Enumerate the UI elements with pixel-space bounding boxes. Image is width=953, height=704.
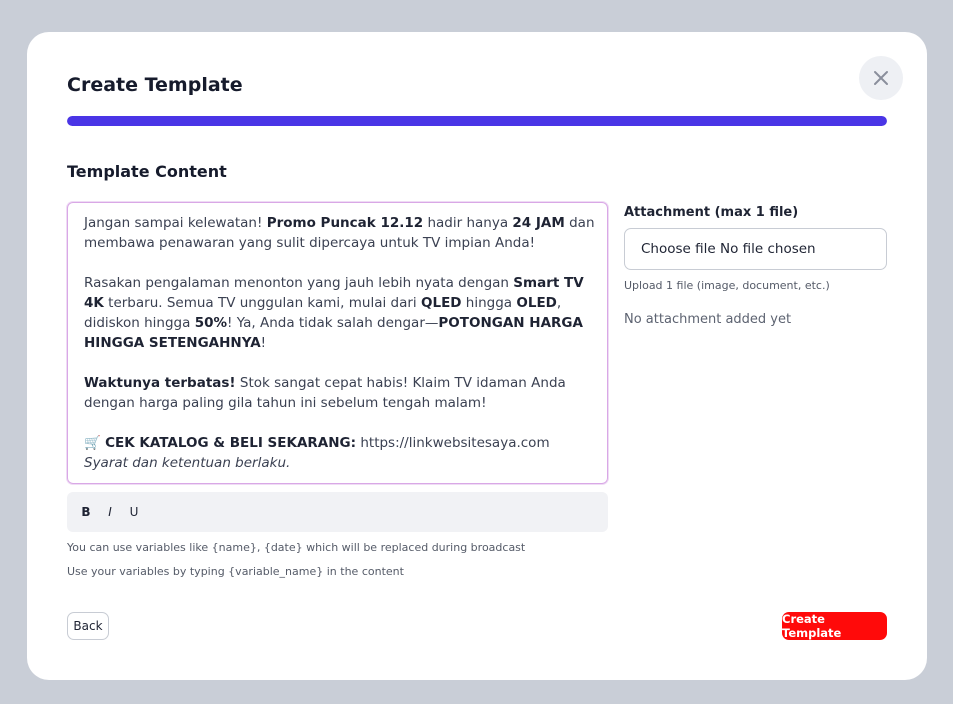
modal-title: Create Template xyxy=(67,74,243,96)
progress-fill xyxy=(67,116,887,126)
editor-paragraph: Jangan sampai kelewatan! Promo Puncak 12… xyxy=(84,215,595,251)
italic-button[interactable]: I xyxy=(105,505,115,519)
variables-help-text: You can use variables like {name}, {date… xyxy=(67,541,526,554)
cart-icon: 🛒 xyxy=(84,435,101,451)
section-title: Template Content xyxy=(67,162,227,181)
attachment-file-input[interactable]: Choose file No file chosen xyxy=(624,228,887,270)
create-template-button[interactable]: Create Template xyxy=(782,612,887,640)
editor-paragraph: Rasakan pengalaman menonton yang jauh le… xyxy=(84,275,584,351)
editor-paragraph: Syarat dan ketentuan berlaku. xyxy=(84,455,291,471)
attachment-hint: Upload 1 file (image, document, etc.) xyxy=(624,279,830,292)
editor-paragraph: 🛒 CEK KATALOG & BELI SEKARANG: https://l… xyxy=(84,435,550,451)
attachment-empty-state: No attachment added yet xyxy=(624,312,792,327)
create-template-modal: Create Template Template Content Jangan … xyxy=(27,32,927,680)
underline-button[interactable]: U xyxy=(129,505,139,519)
back-button[interactable]: Back xyxy=(67,612,109,640)
close-button[interactable] xyxy=(859,56,903,100)
attachment-label: Attachment (max 1 file) xyxy=(624,205,799,220)
variables-usage-text: Use your variables by typing {variable_n… xyxy=(67,565,404,578)
format-toolbar: B I U xyxy=(67,492,608,532)
editor-paragraph: Waktunya terbatas! Stok sangat cepat hab… xyxy=(84,375,566,411)
template-content-editor[interactable]: Jangan sampai kelewatan! Promo Puncak 12… xyxy=(67,202,608,484)
bold-button[interactable]: B xyxy=(81,505,91,519)
progress-bar xyxy=(67,116,887,126)
close-icon xyxy=(874,71,888,85)
